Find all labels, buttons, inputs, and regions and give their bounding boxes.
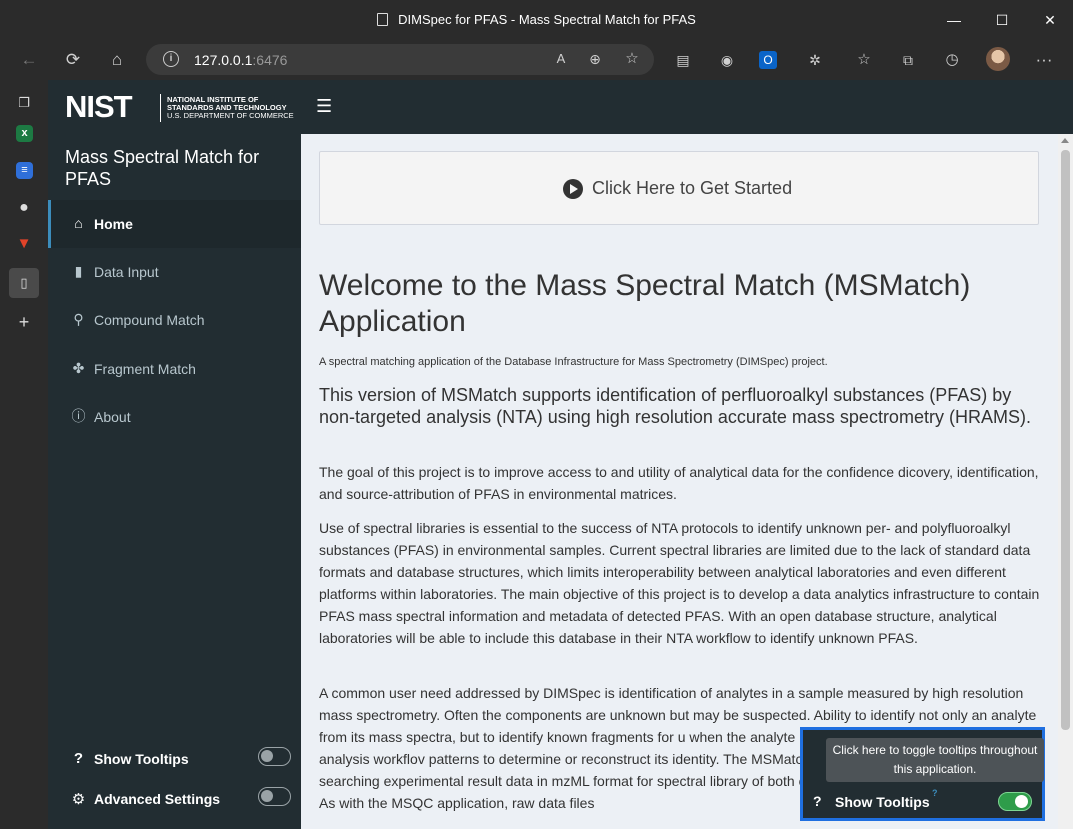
browser-toolbar: ← ⟳ ⌂ i 127.0.0.1:6476 A ⊕ ☆ ▤ ◉ O ✲ ☆ ⧉… — [0, 40, 1073, 80]
docs-icon[interactable]: ≡ — [16, 162, 33, 179]
gitlab-icon[interactable]: ▼ — [12, 232, 36, 256]
show-tooltips-label: Show Tooltips — [94, 751, 189, 767]
sidebar-item-label: Fragment Match — [94, 361, 196, 377]
app-title: Mass Spectral Match for PFAS — [65, 147, 260, 189]
url-port: :6476 — [252, 52, 288, 68]
back-button[interactable]: ← — [17, 48, 41, 72]
url-host: 127.0.0.1 — [194, 52, 253, 68]
maximize-button[interactable]: ☐ — [992, 10, 1012, 30]
section-heading: This version of MSMatch supports identif… — [319, 385, 1031, 427]
get-started-button[interactable]: Click Here to Get Started — [319, 151, 1039, 225]
sidebar-item-fragment-match[interactable]: ✤ Fragment Match — [48, 345, 301, 393]
advanced-settings-switch[interactable] — [258, 787, 291, 806]
paragraph-goal: The goal of this project is to improve a… — [319, 464, 1039, 502]
play-circle-icon — [563, 179, 583, 199]
address-bar[interactable]: i 127.0.0.1:6476 A ⊕ ☆ — [146, 44, 654, 75]
highlighted-show-tooltips-row: ? Show Tooltips ? — [805, 788, 1040, 816]
tabs-icon[interactable]: ❐ — [12, 91, 36, 115]
browser-menu-button[interactable]: ··· — [1032, 48, 1056, 72]
sidebar-item-home[interactable]: ⌂ Home — [48, 200, 301, 248]
reading-view-icon[interactable]: ▤ — [671, 48, 695, 72]
show-tooltips-switch-on[interactable] — [998, 792, 1032, 811]
search-icon: ⚲ — [73, 311, 84, 327]
page-favicon-icon — [377, 13, 389, 26]
show-tooltips-label: Show Tooltips — [835, 794, 930, 810]
url-text[interactable]: 127.0.0.1:6476 — [194, 52, 287, 68]
window-title-text: DIMSpec for PFAS - Mass Spectral Match f… — [398, 12, 696, 27]
reload-button[interactable]: ⟳ — [61, 48, 85, 72]
sidebar-item-about[interactable]: ⓘ About — [48, 393, 301, 441]
switch-knob — [1015, 795, 1028, 808]
logo-divider — [160, 94, 161, 122]
extension-one-icon[interactable]: ◉ — [715, 48, 739, 72]
show-tooltips-row: ? Show Tooltips — [48, 744, 301, 774]
scroll-up-icon[interactable] — [1061, 138, 1069, 143]
github-icon[interactable]: ● — [12, 196, 36, 220]
sidebar-item-label: About — [94, 409, 131, 425]
sidebar-item-label: Home — [94, 216, 133, 232]
favorite-add-icon[interactable]: ☆ — [620, 47, 644, 71]
advanced-settings-label: Advanced Settings — [94, 791, 221, 807]
switch-knob — [261, 750, 273, 762]
puzzle-icon: ✤ — [72, 360, 85, 376]
minimize-button[interactable]: — — [944, 10, 964, 30]
home-button[interactable]: ⌂ — [105, 48, 129, 72]
nist-wordmark: NIST — [65, 89, 133, 124]
info-icon: ⓘ — [71, 408, 86, 424]
sidebar-item-data-input[interactable]: ▮ Data Input — [48, 248, 301, 296]
show-tooltips-switch[interactable] — [258, 747, 291, 766]
get-started-label: Click Here to Get Started — [592, 178, 793, 198]
paragraph-libraries: Use of spectral libraries is essential t… — [319, 520, 1040, 646]
gear-icon: ⚙ — [71, 791, 86, 808]
page-subtitle: A spectral matching application of the D… — [319, 356, 828, 368]
app-window: NIST NATIONAL INSTITUTE OF STANDARDS AND… — [48, 80, 1073, 829]
switch-knob — [261, 790, 273, 802]
tooltip-help-marker: ? — [932, 788, 938, 798]
excel-icon[interactable]: x — [16, 125, 33, 142]
site-info-icon[interactable]: i — [163, 51, 179, 67]
app-header: NIST NATIONAL INSTITUTE OF STANDARDS AND… — [48, 80, 1073, 134]
sidebar-item-label: Data Input — [94, 264, 159, 280]
close-window-button[interactable]: ✕ — [1040, 10, 1060, 30]
page-icon[interactable]: ▯ — [9, 268, 39, 298]
history-icon[interactable]: ◷ — [940, 48, 964, 72]
file-icon: ▮ — [74, 263, 83, 279]
window-title: DIMSpec for PFAS - Mass Spectral Match f… — [0, 12, 1073, 27]
collections-icon[interactable]: ⧉ — [896, 48, 920, 72]
nist-logo[interactable]: NIST NATIONAL INSTITUTE OF STANDARDS AND… — [48, 80, 301, 134]
main-content: Click Here to Get Started Welcome to the… — [301, 134, 1058, 829]
zoom-icon[interactable]: ⊕ — [583, 47, 607, 71]
favorites-icon[interactable]: ☆ — [852, 48, 876, 72]
sidebar-item-compound-match[interactable]: ⚲ Compound Match — [48, 296, 301, 344]
add-icon[interactable]: + — [12, 310, 36, 334]
extensions-icon[interactable]: ✲ — [803, 48, 827, 72]
question-icon: ? — [813, 793, 822, 809]
tooltip-popup: Click here to toggle tooltips throughout… — [826, 738, 1044, 782]
profile-avatar[interactable] — [986, 47, 1010, 71]
sidebar: Mass Spectral Match for PFAS ⌂ Home ▮ Da… — [48, 134, 301, 829]
sidebar-toggle-menu-icon[interactable]: ☰ — [316, 97, 332, 115]
read-aloud-icon[interactable]: A — [549, 47, 573, 71]
sidebar-item-label: Compound Match — [94, 312, 205, 328]
nist-line3: U.S. DEPARTMENT OF COMMERCE — [167, 111, 294, 120]
window-titlebar: DIMSpec for PFAS - Mass Spectral Match f… — [0, 0, 1073, 40]
scrollbar-thumb[interactable] — [1061, 150, 1070, 730]
question-icon: ? — [73, 750, 84, 767]
nist-subtitle: NATIONAL INSTITUTE OF STANDARDS AND TECH… — [167, 96, 294, 120]
page-scrollbar[interactable] — [1058, 134, 1073, 829]
page-title: Welcome to the Mass Spectral Match (MSMa… — [319, 269, 971, 338]
advanced-settings-row: ⚙ Advanced Settings — [48, 784, 301, 814]
home-icon: ⌂ — [74, 215, 83, 231]
edge-sidebar: ❐ x ≡ ● ▼ ▯ + — [0, 80, 48, 829]
outlook-icon[interactable]: O — [759, 51, 777, 69]
